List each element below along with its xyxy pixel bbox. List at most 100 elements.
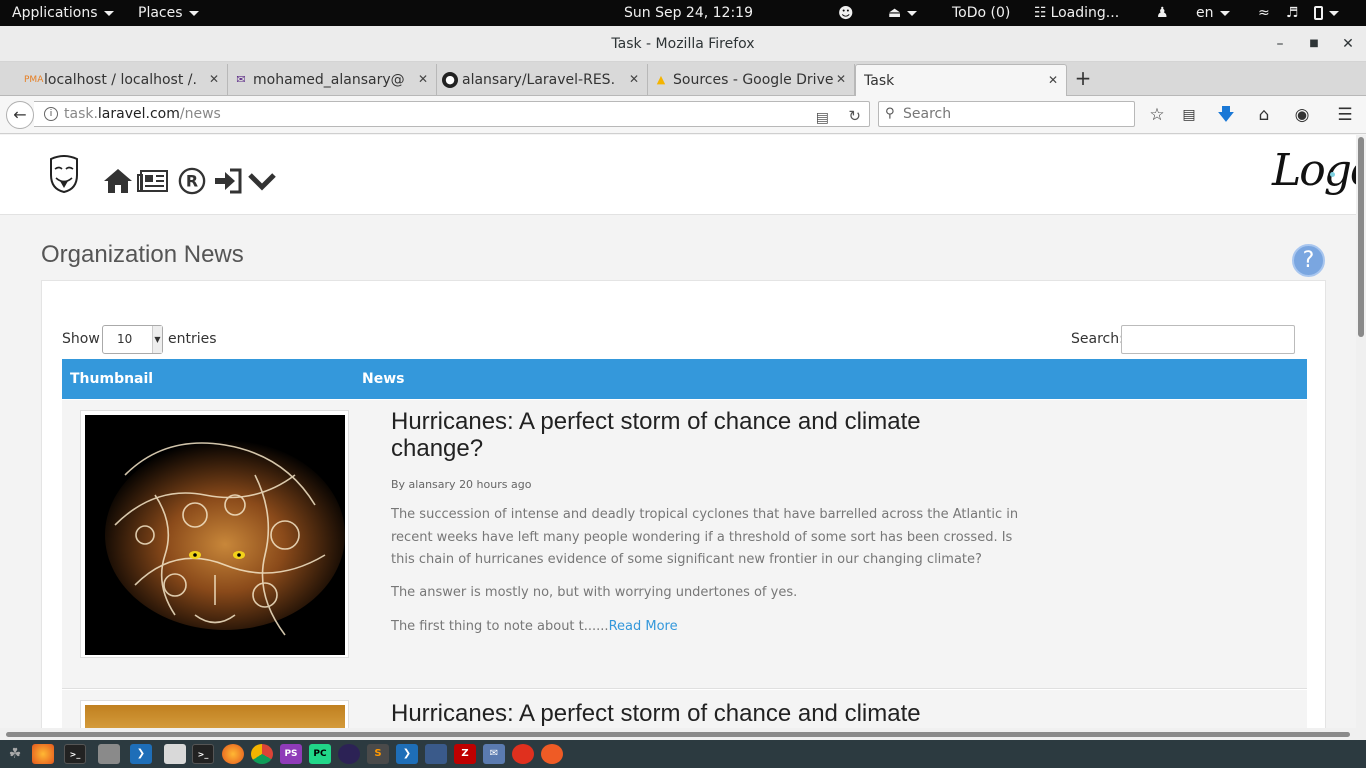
chevron-down-icon[interactable] xyxy=(246,167,278,195)
taskbar: ☘ >_ ❯ >_ PS PC S ❯ Z ✉ xyxy=(0,740,1366,768)
help-button[interactable]: ? xyxy=(1292,244,1325,277)
bookmark-star-icon[interactable]: ☆ xyxy=(1146,104,1168,126)
clock-label: Sun Sep 24, 12:19 xyxy=(624,5,753,21)
phpstorm-icon[interactable]: PS xyxy=(280,744,302,764)
close-icon[interactable]: ✕ xyxy=(418,72,428,86)
back-button[interactable]: ← xyxy=(6,101,34,129)
pycharm-icon[interactable]: PC xyxy=(309,744,331,764)
network-icon[interactable] xyxy=(425,744,447,764)
reload-icon[interactable]: ↻ xyxy=(848,104,861,128)
news-thumbnail[interactable] xyxy=(80,700,349,728)
eclipse-icon[interactable] xyxy=(338,744,360,764)
terminal-icon[interactable]: >_ xyxy=(64,744,86,764)
todo-indicator[interactable]: ToDo (0) xyxy=(952,0,1010,26)
firefox-2-icon[interactable] xyxy=(222,744,244,764)
gnome-foot-icon[interactable]: ☘ xyxy=(4,744,26,764)
chrome-icon[interactable] xyxy=(251,744,273,764)
scrollbar-thumb[interactable] xyxy=(6,732,1350,737)
places-menu[interactable]: Places xyxy=(138,0,199,26)
anonymous-mask-icon[interactable] xyxy=(48,155,80,193)
applications-menu[interactable]: Applications xyxy=(12,0,114,26)
new-tab-button[interactable]: + xyxy=(1072,64,1094,92)
register-nav-icon[interactable]: R xyxy=(176,167,208,195)
clock[interactable]: Sun Sep 24, 12:19 xyxy=(624,0,753,26)
entries-select[interactable]: 10 ▼ xyxy=(102,325,163,354)
news-image xyxy=(85,705,345,728)
site-header: R Logo xyxy=(0,135,1356,215)
info-icon[interactable]: i xyxy=(44,107,58,121)
loading-indicator[interactable]: ☷ Loading... xyxy=(1034,0,1119,26)
column-header-thumbnail[interactable]: Thumbnail xyxy=(70,371,153,387)
search-bar[interactable]: ⚲ Search xyxy=(878,101,1135,127)
tab-label: Task xyxy=(864,72,895,89)
reader-view-icon[interactable]: ▤ xyxy=(816,106,829,130)
download-icon[interactable]: 🡇 xyxy=(1215,104,1237,126)
hamburger-menu-icon[interactable]: ☰ xyxy=(1334,104,1356,126)
postman-icon[interactable] xyxy=(541,744,563,764)
robot-icon[interactable]: ☻ xyxy=(838,0,854,26)
table-search-label: Search: xyxy=(1071,331,1124,347)
pocket-icon[interactable]: ◉ xyxy=(1291,104,1313,126)
chevron-down-icon: ▼ xyxy=(152,326,162,353)
news-excerpt: The first thing to note about t......Rea… xyxy=(391,616,1031,639)
tab-mail[interactable]: ✉ mohamed_alansary@... ✕ xyxy=(229,64,437,96)
unity-icon[interactable] xyxy=(512,744,534,764)
news-title-link[interactable]: Hurricanes: A perfect storm of chance an… xyxy=(391,700,1011,727)
show-label: Show xyxy=(62,331,100,347)
vertical-scrollbar[interactable] xyxy=(1356,135,1366,740)
home-nav-icon[interactable] xyxy=(102,167,134,195)
tab-phpmyadmin[interactable]: PMA localhost / localhost /... ✕ xyxy=(20,64,228,96)
google-drive-icon: ▲ xyxy=(656,73,666,86)
close-icon[interactable]: ✕ xyxy=(836,72,846,86)
login-nav-icon[interactable] xyxy=(212,167,244,195)
horizontal-scrollbar[interactable] xyxy=(0,728,1356,740)
bookmarks-menu-icon[interactable]: ▤ xyxy=(1178,104,1200,126)
tab-google-drive[interactable]: ▲ Sources - Google Drive ✕ xyxy=(649,64,855,96)
close-icon[interactable]: ✕ xyxy=(1338,34,1358,54)
home-icon[interactable]: ⌂ xyxy=(1253,104,1275,126)
battery-menu[interactable] xyxy=(1314,0,1339,26)
url-bar[interactable]: i task.laravel.com/news ▤ ↻ xyxy=(34,101,870,127)
language-menu[interactable]: en xyxy=(1196,0,1230,26)
vscode-2-icon[interactable]: ❯ xyxy=(396,744,418,764)
mail-client-icon[interactable]: ✉ xyxy=(483,744,505,764)
site-logo[interactable]: Logo xyxy=(1272,145,1356,196)
files-icon[interactable] xyxy=(98,744,120,764)
system-top-bar: Applications Places Sun Sep 24, 12:19 ☻ … xyxy=(0,0,1366,26)
news-thumbnail[interactable] xyxy=(80,410,349,658)
eject-indicator[interactable]: ⏏ xyxy=(888,0,918,26)
maximize-icon[interactable]: ■ xyxy=(1304,34,1324,54)
web-page: R Logo Organization News ? Show 10 ▼ ent… xyxy=(0,135,1356,728)
table-row: Hurricanes: A perfect storm of chance an… xyxy=(62,400,1307,689)
tab-label: mohamed_alansary@... xyxy=(253,72,405,88)
chevron-down-icon xyxy=(103,10,114,16)
search-icon: ⚲ xyxy=(885,106,895,121)
tab-task[interactable]: Task ✕ xyxy=(855,64,1067,96)
svg-text:R: R xyxy=(186,172,198,191)
minimize-icon[interactable]: – xyxy=(1270,34,1290,54)
read-more-link[interactable]: Read More xyxy=(609,619,678,634)
close-icon[interactable]: ✕ xyxy=(629,72,639,86)
tab-github[interactable]: ● alansary/Laravel-RES... ✕ xyxy=(438,64,648,96)
battery-icon xyxy=(1314,6,1323,20)
language-label: en xyxy=(1196,5,1214,21)
close-icon[interactable]: ✕ xyxy=(1048,73,1058,87)
column-header-news[interactable]: News xyxy=(362,371,404,387)
sublime-icon[interactable]: S xyxy=(367,744,389,764)
news-nav-icon[interactable] xyxy=(137,167,169,195)
news-title-link[interactable]: Hurricanes: A perfect storm of chance an… xyxy=(391,408,1011,462)
filezilla-icon[interactable]: Z xyxy=(454,744,476,764)
volume-icon[interactable]: ♬ xyxy=(1286,0,1299,26)
news-panel: Show 10 ▼ entries Search: Thumbnail News xyxy=(41,280,1326,728)
scrollbar-thumb[interactable] xyxy=(1358,137,1364,337)
wifi-icon[interactable]: ≈ xyxy=(1258,0,1270,26)
people-icon[interactable]: ♟ xyxy=(1156,0,1169,26)
url-prefix: task. xyxy=(64,106,98,122)
firefox-icon[interactable] xyxy=(32,744,54,764)
terminal-2-icon[interactable]: >_ xyxy=(192,744,214,764)
table-search-input[interactable] xyxy=(1121,325,1295,354)
arrow-left-icon: ← xyxy=(13,105,27,124)
close-icon[interactable]: ✕ xyxy=(209,72,219,86)
text-editor-icon[interactable] xyxy=(164,744,186,764)
vscode-icon[interactable]: ❯ xyxy=(130,744,152,764)
